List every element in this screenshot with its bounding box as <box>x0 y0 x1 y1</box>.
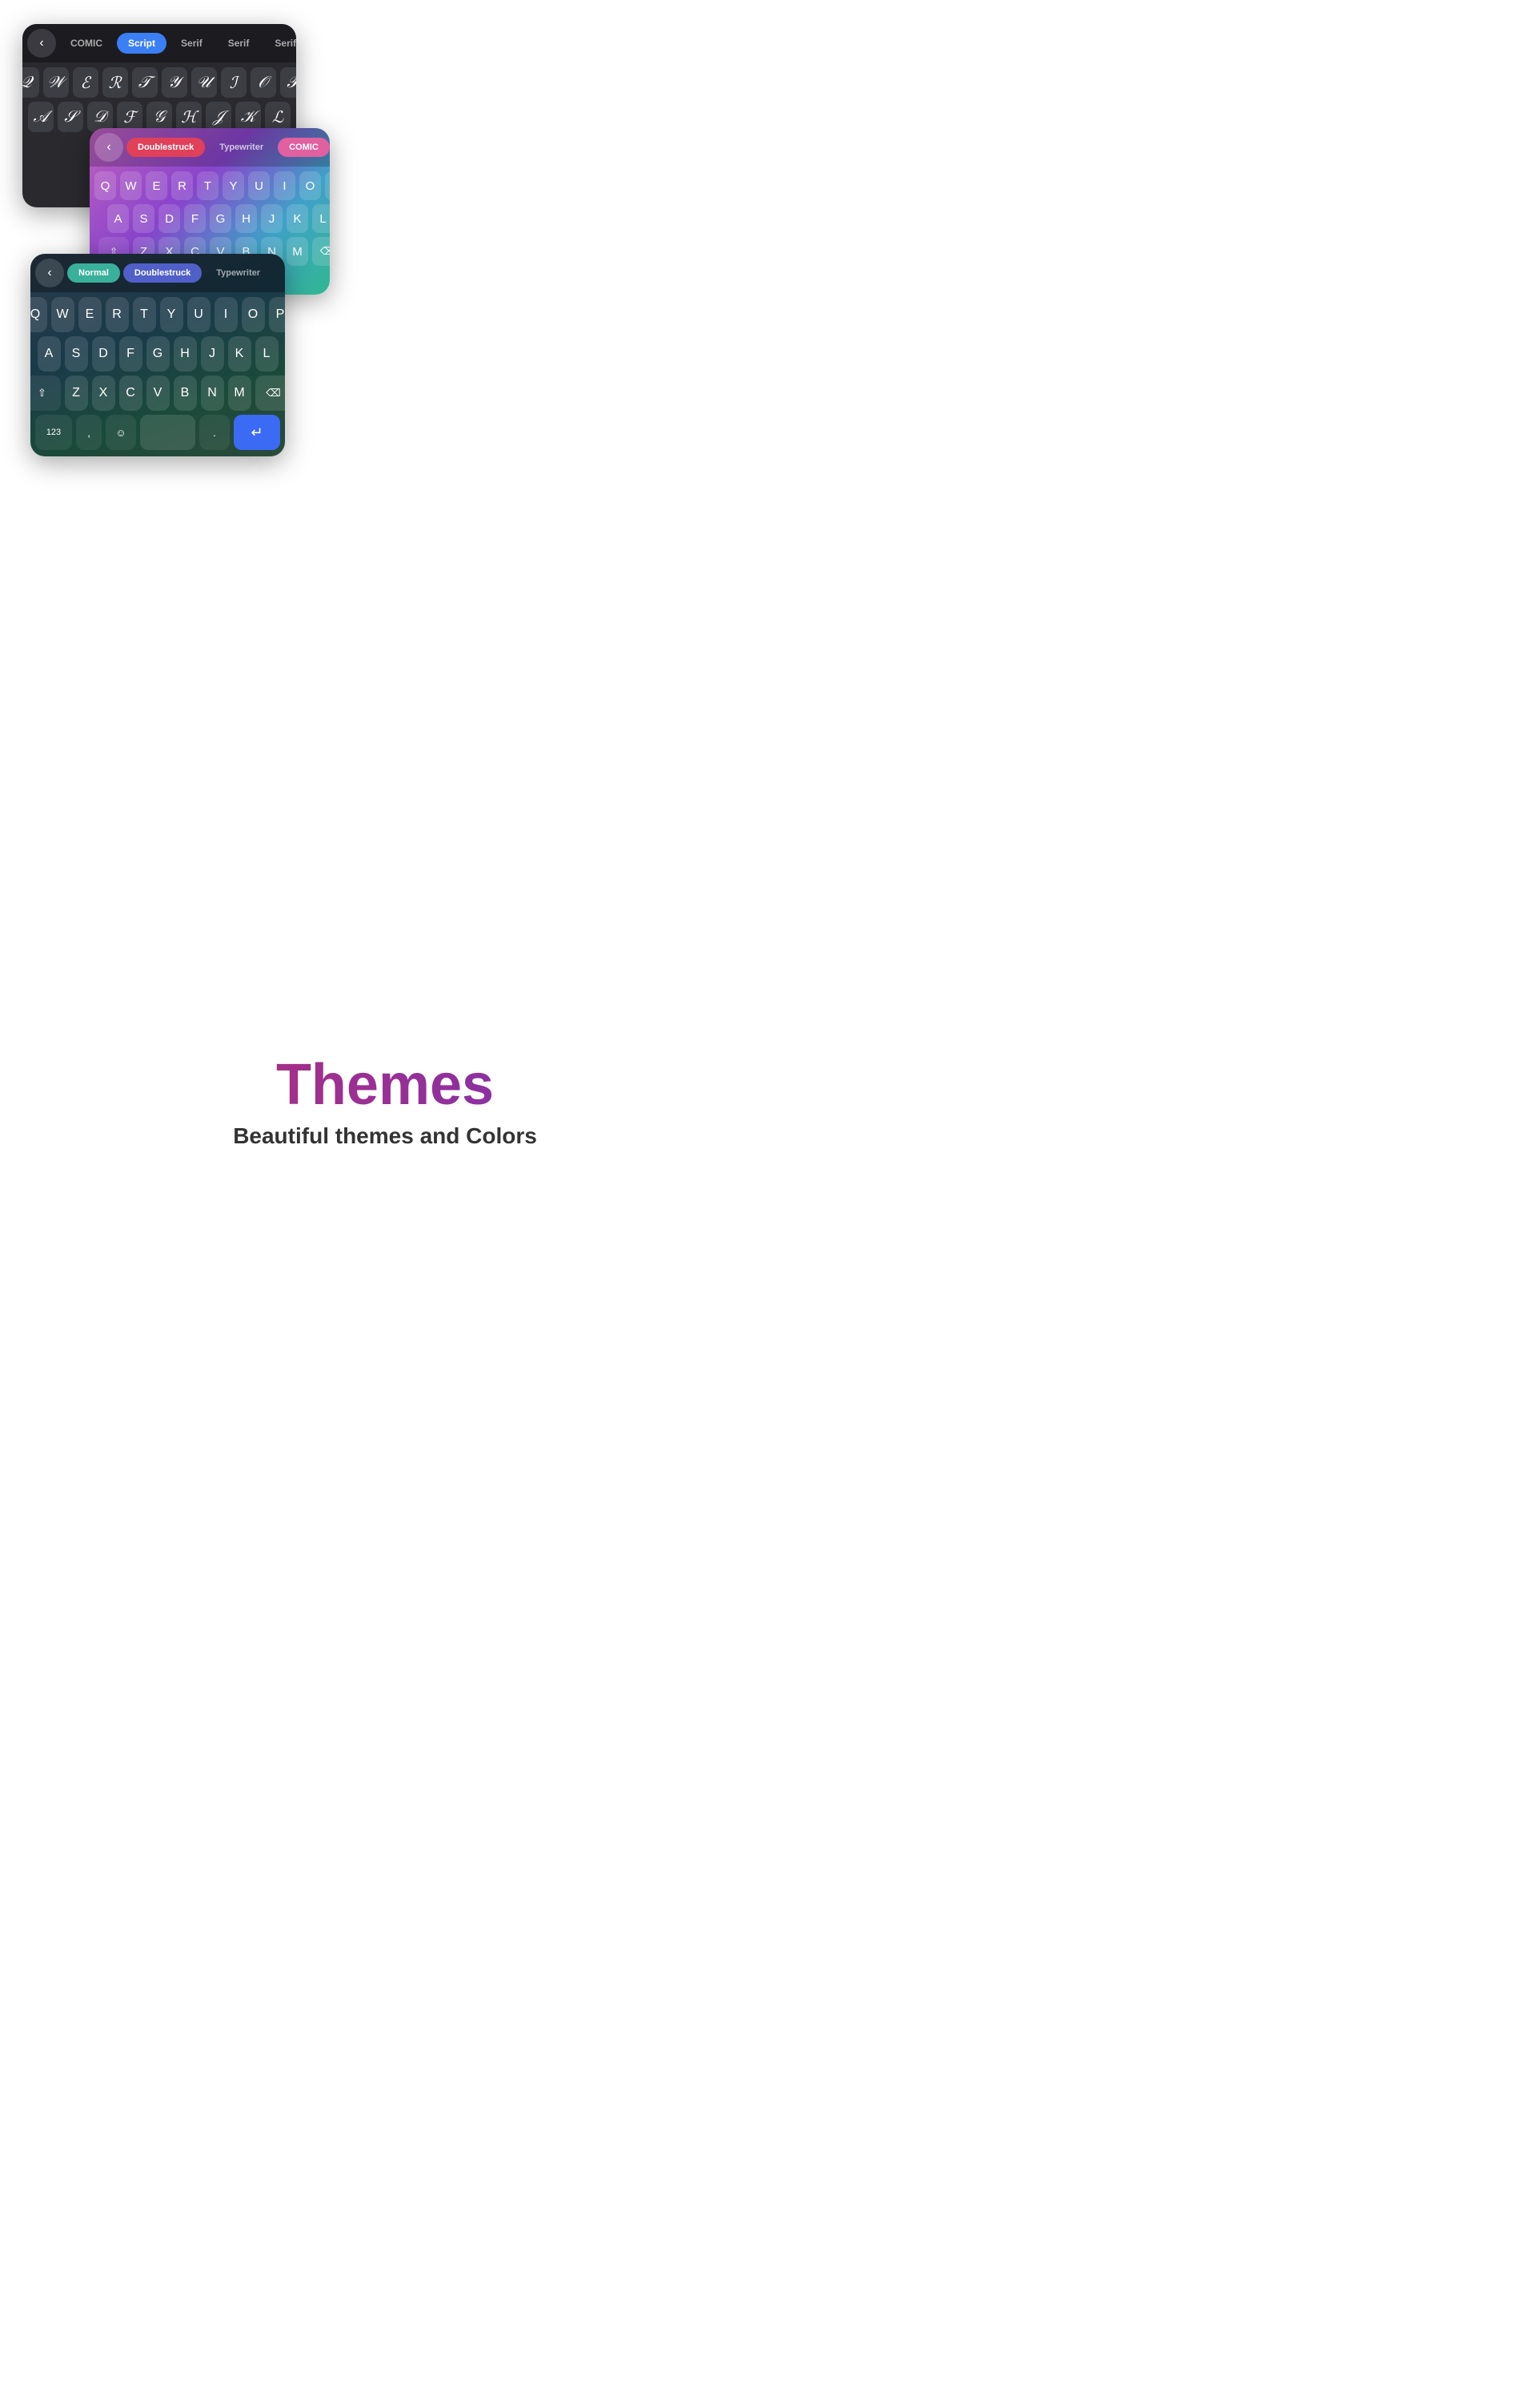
kb3-key-k[interactable]: K <box>228 336 251 372</box>
kb3-key-p[interactable]: P <box>269 297 286 332</box>
kb2-key-s[interactable]: S <box>133 204 154 233</box>
kb2-key-e[interactable]: E <box>146 171 167 200</box>
kb2-key-y[interactable]: Y <box>223 171 244 200</box>
kb1-key-s[interactable]: 𝒮 <box>58 102 83 132</box>
kb3-num-key[interactable]: 123 <box>35 415 72 450</box>
kb2-key-q[interactable]: Q <box>94 171 116 200</box>
kb1-key-q[interactable]: 𝒬 <box>22 67 39 98</box>
kb3-key-m[interactable]: M <box>228 376 251 411</box>
kb3-key-x[interactable]: X <box>92 376 115 411</box>
kb3-key-e[interactable]: E <box>78 297 102 332</box>
kb1-key-p[interactable]: 𝒫 <box>280 67 297 98</box>
kb2-tab-comic[interactable]: COMIC <box>278 138 330 157</box>
kb1-tab-serif3[interactable]: Serif <box>263 33 296 54</box>
kb2-row2: A S D F G H J K L <box>94 204 330 233</box>
kb2-tab-doublestruck[interactable]: Doublestruck <box>126 138 205 157</box>
kb3-tab-normal[interactable]: Normal <box>67 263 120 283</box>
kb3-key-f[interactable]: F <box>119 336 142 372</box>
kb1-key-e[interactable]: ℰ <box>73 67 98 98</box>
kb3-row1: Q W E R T Y U I O P <box>35 297 280 332</box>
themes-section: Themes Beautiful themes and Colors <box>0 1054 770 1149</box>
kb2-tab-bar: ‹ Doublestruck Typewriter COMIC <box>90 128 330 167</box>
kb3-key-b[interactable]: B <box>174 376 197 411</box>
kb1-tab-script[interactable]: Script <box>117 33 166 54</box>
kb3-key-u[interactable]: U <box>187 297 211 332</box>
kb3-row2: A S D F G H J K L <box>35 336 280 372</box>
kb2-key-rows: Q W E R T Y U I O P A S D <box>90 167 330 266</box>
kb3-key-h[interactable]: H <box>174 336 197 372</box>
kb2-key-o[interactable]: O <box>299 171 321 200</box>
kb2-key-r[interactable]: R <box>171 171 193 200</box>
kb3-tab-bar: ‹ Normal Doublestruck Typewriter <box>30 254 285 292</box>
kb3-key-rows: Q W E R T Y U I O P A S D F G H J K L <box>30 292 285 411</box>
kb3-tab-typewriter[interactable]: Typewriter <box>205 263 271 283</box>
kb3-key-j[interactable]: J <box>201 336 224 372</box>
kb3-back-button[interactable]: ‹ <box>35 259 64 287</box>
kb1-key-r[interactable]: ℛ <box>102 67 128 98</box>
kb3-bottom-row: 123 , ☺ . ↵ <box>30 411 285 456</box>
kb3-key-y[interactable]: Y <box>160 297 183 332</box>
kb2-backspace-key[interactable]: ⌫ <box>312 237 330 266</box>
kb1-key-i[interactable]: ℐ <box>221 67 247 98</box>
kb1-key-w[interactable]: 𝒲 <box>43 67 69 98</box>
kb3-key-g[interactable]: G <box>146 336 170 372</box>
kb3-key-s[interactable]: S <box>65 336 88 372</box>
kb1-key-o[interactable]: 𝒪 <box>251 67 276 98</box>
kb1-key-a[interactable]: 𝒜 <box>28 102 54 132</box>
keyboards-container: ‹ COMIC Script Serif Serif Serif 𝒬 𝒲 ℰ ℛ… <box>0 12 770 444</box>
kb3-key-c[interactable]: C <box>119 376 142 411</box>
kb3-key-q[interactable]: Q <box>30 297 47 332</box>
kb2-key-h[interactable]: H <box>235 204 257 233</box>
kb3-key-w[interactable]: W <box>51 297 74 332</box>
keyboard-normal: ‹ Normal Doublestruck Typewriter Q W E R… <box>30 254 285 456</box>
kb2-tab-typewriter[interactable]: Typewriter <box>208 138 275 157</box>
kb2-key-a[interactable]: A <box>107 204 129 233</box>
kb2-key-k[interactable]: K <box>287 204 308 233</box>
kb2-key-w[interactable]: W <box>120 171 142 200</box>
kb1-tab-comic[interactable]: COMIC <box>59 33 114 54</box>
kb2-key-m[interactable]: M <box>287 237 308 266</box>
kb1-tab-serif1[interactable]: Serif <box>170 33 214 54</box>
kb3-key-z[interactable]: Z <box>65 376 88 411</box>
kb2-key-t[interactable]: T <box>197 171 219 200</box>
kb1-back-button[interactable]: ‹ <box>27 29 56 58</box>
kb3-row3: ⇧ Z X C V B N M ⌫ <box>35 376 280 411</box>
kb1-tab-bar: ‹ COMIC Script Serif Serif Serif <box>22 24 296 62</box>
kb3-key-a[interactable]: A <box>38 336 61 372</box>
kb1-key-u[interactable]: 𝒰 <box>191 67 217 98</box>
kb2-key-j[interactable]: J <box>261 204 283 233</box>
kb1-key-y[interactable]: 𝒴 <box>162 67 187 98</box>
kb3-key-r[interactable]: R <box>106 297 129 332</box>
kb3-dot-key[interactable]: . <box>199 415 230 450</box>
kb2-key-i[interactable]: I <box>274 171 295 200</box>
kb2-key-g[interactable]: G <box>210 204 231 233</box>
kb2-back-button[interactable]: ‹ <box>94 133 123 162</box>
kb3-emoji-key[interactable]: ☺ <box>106 415 136 450</box>
kb2-row1: Q W E R T Y U I O P <box>94 171 330 200</box>
kb3-key-v[interactable]: V <box>146 376 170 411</box>
kb1-key-t[interactable]: 𝒯 <box>132 67 158 98</box>
kb1-row1: 𝒬 𝒲 ℰ ℛ 𝒯 𝒴 𝒰 ℐ 𝒪 𝒫 <box>27 67 291 98</box>
kb3-key-i[interactable]: I <box>215 297 238 332</box>
kb3-comma-key[interactable]: , <box>76 415 102 450</box>
kb2-key-f[interactable]: F <box>184 204 206 233</box>
themes-title: Themes <box>0 1054 770 1117</box>
kb3-key-o[interactable]: O <box>242 297 265 332</box>
kb3-shift-key[interactable]: ⇧ <box>30 376 61 411</box>
kb3-key-t[interactable]: T <box>133 297 156 332</box>
themes-subtitle: Beautiful themes and Colors <box>0 1123 770 1149</box>
kb1-tab-serif2[interactable]: Serif <box>217 33 261 54</box>
kb2-key-l[interactable]: L <box>312 204 330 233</box>
kb3-key-d[interactable]: D <box>92 336 115 372</box>
kb2-key-u[interactable]: U <box>248 171 270 200</box>
kb3-enter-key[interactable]: ↵ <box>234 415 280 450</box>
kb2-key-p[interactable]: P <box>325 171 330 200</box>
kb3-key-n[interactable]: N <box>201 376 224 411</box>
kb3-tab-doublestruck[interactable]: Doublestruck <box>123 263 202 283</box>
kb3-backspace-key[interactable]: ⌫ <box>255 376 286 411</box>
kb3-space-key[interactable] <box>140 415 195 450</box>
kb3-key-l[interactable]: L <box>255 336 279 372</box>
kb2-key-d[interactable]: D <box>158 204 180 233</box>
